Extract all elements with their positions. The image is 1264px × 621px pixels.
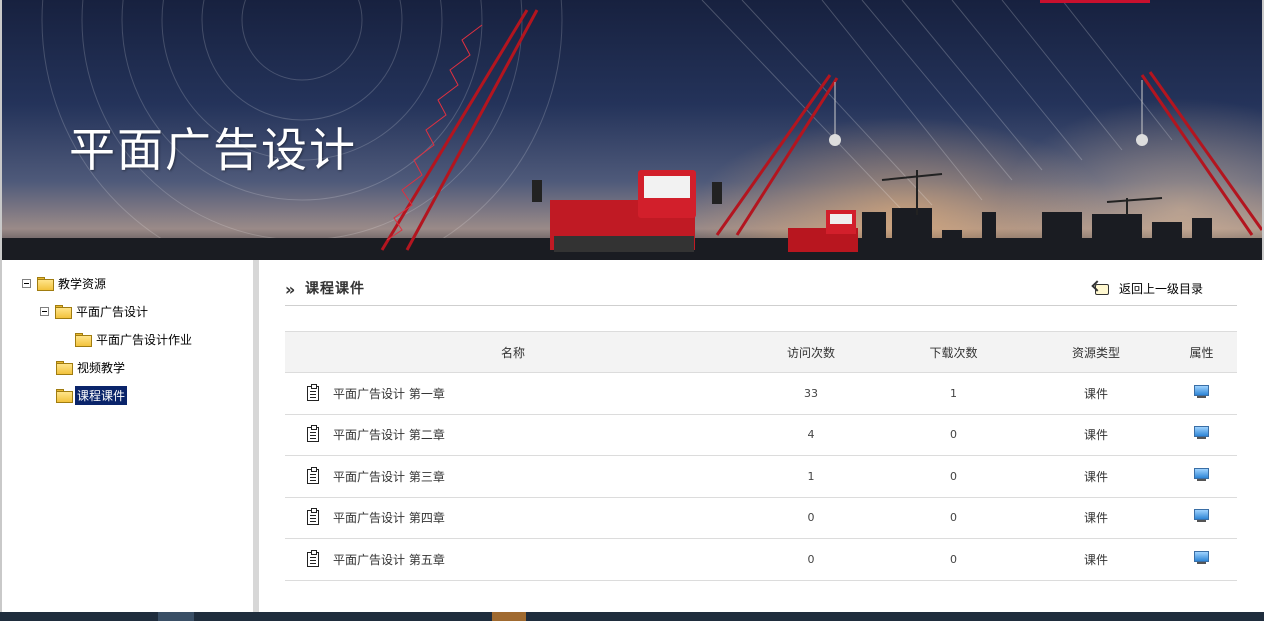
section-title: 课程课件 xyxy=(305,281,365,297)
resource-type: 课件 xyxy=(1026,497,1166,539)
table-row[interactable]: 平面广告设计 第三章 1 0 课件 xyxy=(285,455,1237,498)
download-count: 0 xyxy=(881,455,1026,498)
download-count: 0 xyxy=(881,414,1026,456)
sidebar-tree: 教学资源 平面广告设计 平面广告设计作业 视频教学 课程课件 xyxy=(0,260,253,612)
column-header-type: 资源类型 xyxy=(1026,331,1166,373)
taskbar-item[interactable] xyxy=(158,612,194,621)
column-header-downloads: 下载次数 xyxy=(881,331,1026,373)
tree-item-label[interactable]: 课程课件 xyxy=(75,385,128,405)
column-header-name: 名称 xyxy=(285,331,741,373)
collapse-toggle-icon[interactable] xyxy=(40,306,49,316)
file-name-link[interactable]: 平面广告设计 第二章 xyxy=(333,426,445,443)
table-row[interactable]: 平面广告设计 第五章 0 0 课件 xyxy=(285,538,1237,581)
tree-item-graphic-ad-design[interactable]: 平面广告设计 xyxy=(40,302,150,320)
collapse-toggle-icon[interactable] xyxy=(22,278,31,288)
document-icon xyxy=(307,383,319,401)
monitor-icon[interactable] xyxy=(1194,550,1209,565)
folder-icon xyxy=(75,333,92,347)
folder-icon xyxy=(56,361,73,375)
monitor-icon[interactable] xyxy=(1194,509,1209,523)
back-to-parent-link[interactable]: 返回上一级目录 xyxy=(1093,280,1203,297)
tree-item-label[interactable]: 平面广告设计 xyxy=(74,302,150,321)
tree-item-design-homework[interactable]: 平面广告设计作业 xyxy=(75,330,194,348)
resource-type: 课件 xyxy=(1026,372,1166,415)
top-accent-bar xyxy=(1040,0,1150,3)
table-row[interactable]: 平面广告设计 第一章 33 1 课件 xyxy=(285,372,1237,415)
column-header-properties: 属性 xyxy=(1166,331,1237,373)
tree-item-label[interactable]: 平面广告设计作业 xyxy=(94,330,194,349)
back-arrow-icon xyxy=(1093,282,1111,296)
os-taskbar xyxy=(0,612,1264,621)
table-row[interactable]: 平面广告设计 第四章 0 0 课件 xyxy=(285,497,1237,539)
resource-type: 课件 xyxy=(1026,538,1166,581)
file-name-link[interactable]: 平面广告设计 第五章 xyxy=(333,551,445,568)
tree-item-label[interactable]: 视频教学 xyxy=(75,358,127,377)
folder-icon xyxy=(56,389,73,403)
document-icon xyxy=(307,549,319,567)
visit-count: 1 xyxy=(741,455,881,498)
folder-icon xyxy=(55,305,72,319)
tree-item-courseware[interactable]: 课程课件 xyxy=(56,385,128,405)
document-icon xyxy=(307,466,319,484)
resource-type: 课件 xyxy=(1026,414,1166,456)
monitor-icon[interactable] xyxy=(1194,467,1209,482)
download-count: 1 xyxy=(881,372,1026,415)
tree-item-video-teaching[interactable]: 视频教学 xyxy=(56,358,127,376)
file-table: 名称 访问次数 下载次数 资源类型 属性 平面广告设计 第一章 33 1 课件 … xyxy=(285,331,1237,581)
tree-item-teaching-resources[interactable]: 教学资源 xyxy=(22,274,108,292)
table-header-row: 名称 访问次数 下载次数 资源类型 属性 xyxy=(285,331,1237,373)
visit-count: 4 xyxy=(741,414,881,456)
document-icon xyxy=(307,425,319,443)
monitor-icon[interactable] xyxy=(1194,384,1209,399)
visit-count: 0 xyxy=(741,497,881,539)
tree-item-label[interactable]: 教学资源 xyxy=(56,274,108,293)
monitor-icon[interactable] xyxy=(1194,426,1209,440)
file-name-link[interactable]: 平面广告设计 第四章 xyxy=(333,509,445,526)
main-panel: » 课程课件 返回上一级目录 名称 访问次数 下载次数 资源类型 属性 平面广告… xyxy=(259,260,1262,612)
file-name-link[interactable]: 平面广告设计 第三章 xyxy=(333,468,445,485)
banner: 平面广告设计 xyxy=(0,0,1264,260)
resource-type: 课件 xyxy=(1026,455,1166,498)
page: 平面广告设计 教学资源 平面广告设计 平面广告设计作业 视频教学 课程课件 » … xyxy=(0,0,1264,621)
section-header: » 课程课件 返回上一级目录 xyxy=(285,278,1237,306)
taskbar-item[interactable] xyxy=(492,612,526,621)
download-count: 0 xyxy=(881,538,1026,581)
file-name-link[interactable]: 平面广告设计 第一章 xyxy=(333,385,445,402)
visit-count: 33 xyxy=(741,372,881,415)
table-row[interactable]: 平面广告设计 第二章 4 0 课件 xyxy=(285,414,1237,456)
folder-icon xyxy=(37,277,54,291)
banner-title: 平面广告设计 xyxy=(69,123,357,177)
document-icon xyxy=(307,508,319,526)
download-count: 0 xyxy=(881,497,1026,539)
back-link-label[interactable]: 返回上一级目录 xyxy=(1119,280,1203,297)
visit-count: 0 xyxy=(741,538,881,581)
double-chevron-icon: » xyxy=(285,280,296,299)
column-header-visits: 访问次数 xyxy=(741,331,881,373)
